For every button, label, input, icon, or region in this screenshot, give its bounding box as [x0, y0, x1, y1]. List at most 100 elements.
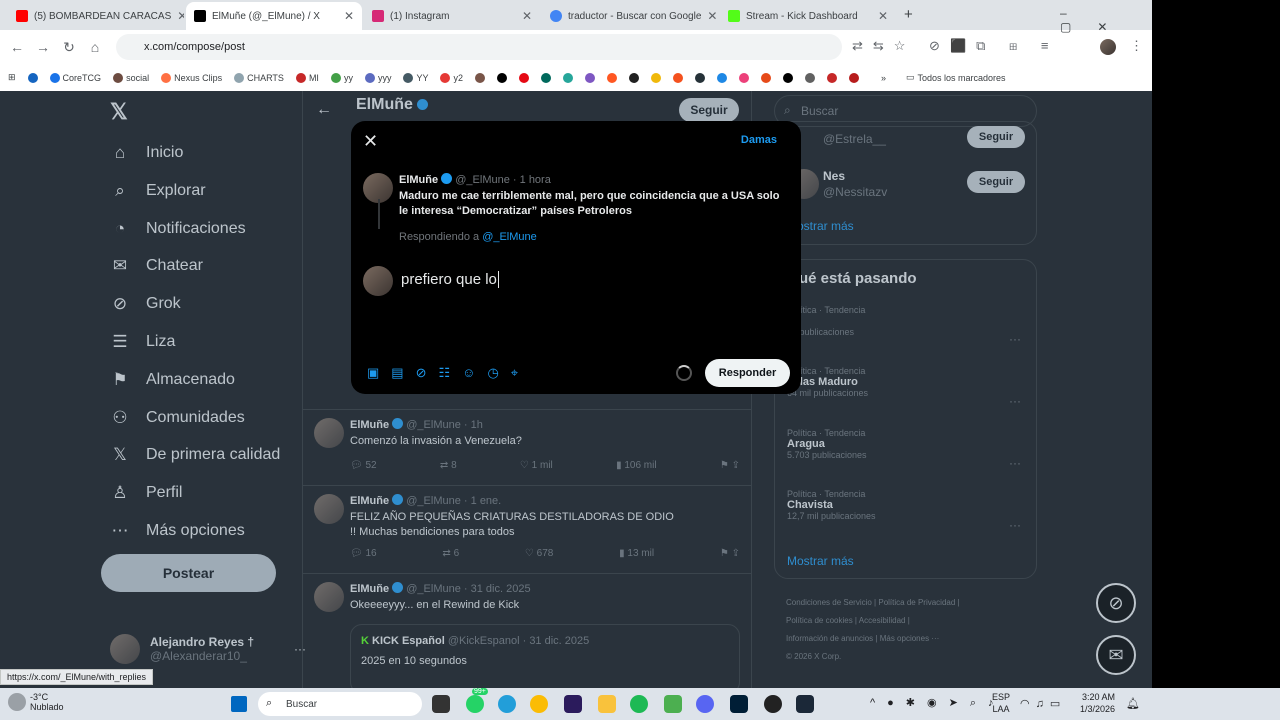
- drafts-button[interactable]: Damas: [741, 134, 777, 146]
- bookmark[interactable]: [782, 72, 793, 83]
- emoji-icon[interactable]: ☺: [462, 365, 475, 381]
- address-bar[interactable]: x.com/compose/post: [116, 34, 842, 60]
- compose-toolbar: ▣ ▤ ⊘ ☷ ☺ ◷ ⌖: [367, 365, 518, 381]
- menu-icon[interactable]: ⋮: [1130, 38, 1143, 54]
- reload-icon[interactable]: ↻: [56, 39, 82, 56]
- profile-avatar[interactable]: [1100, 39, 1116, 55]
- bookmark[interactable]: [606, 72, 617, 83]
- bookmark[interactable]: social: [113, 72, 149, 83]
- toolbar-icons[interactable]: ⇄⇆☆ ⊘⬛⧉ ⊞ ≡: [852, 38, 1059, 54]
- back-icon[interactable]: ←: [4, 39, 30, 55]
- kick-icon: [728, 10, 740, 22]
- browser-chrome: (5) BOMBARDEAN CARACAS ✕ ElMuñe (@_ElMune…: [0, 0, 1152, 91]
- windows-start-icon[interactable]: [231, 696, 247, 712]
- whatsapp-icon[interactable]: [466, 695, 484, 713]
- app-icon[interactable]: [664, 695, 682, 713]
- instagram-icon: [372, 10, 384, 22]
- bookmark[interactable]: [826, 72, 837, 83]
- bookmark[interactable]: Nexus Clips: [161, 72, 222, 83]
- chrome-icon[interactable]: [530, 695, 548, 713]
- bookmark[interactable]: MI: [295, 72, 319, 83]
- reply-button[interactable]: Responder: [705, 359, 790, 387]
- folder-icon: ▭: [905, 72, 915, 82]
- notification-bell-icon[interactable]: 🔔︎: [1126, 697, 1140, 710]
- file-explorer-icon[interactable]: [598, 695, 616, 713]
- task-view-icon[interactable]: [432, 695, 450, 713]
- apps-icon[interactable]: ⊞: [8, 72, 16, 83]
- new-tab-icon[interactable]: +: [904, 6, 913, 23]
- image-icon[interactable]: ▣: [367, 365, 379, 381]
- tab-x[interactable]: ElMuñe (@_ElMune) / X ✕: [186, 2, 362, 30]
- bookmark[interactable]: [562, 72, 573, 83]
- taskbar: -3°C Nublado Buscar ⌕ 99+ ^●✱◉➤⌕♪ ESP LAA …: [0, 688, 1280, 720]
- poll-icon[interactable]: ☷: [439, 365, 451, 381]
- network-volume-battery-icons[interactable]: ◠♫▭: [1020, 697, 1066, 710]
- bookmark[interactable]: [650, 72, 661, 83]
- notification-badge: 99+: [472, 688, 488, 695]
- tab-youtube[interactable]: (5) BOMBARDEAN CARACAS ✕: [8, 4, 184, 28]
- gif-icon[interactable]: ▤: [391, 365, 403, 381]
- obs-icon[interactable]: [764, 695, 782, 713]
- tab-strip: (5) BOMBARDEAN CARACAS ✕ ElMuñe (@_ElMune…: [0, 0, 1152, 34]
- tab-kick[interactable]: Stream - Kick Dashboard ✕: [720, 4, 896, 28]
- bookmark[interactable]: yyy: [364, 72, 391, 83]
- verified-icon: [441, 173, 453, 184]
- cloud-icon: [8, 693, 26, 711]
- search-icon: ⌕: [266, 697, 273, 709]
- thread-line: [378, 199, 380, 229]
- link-status-bar: https://x.com/_ElMune/with_replies: [0, 669, 154, 685]
- char-count-ring: [676, 365, 692, 381]
- spotify-icon[interactable]: [630, 695, 648, 713]
- bookmark[interactable]: CHARTS: [234, 72, 284, 83]
- bookmark[interactable]: [518, 72, 529, 83]
- premiere-icon[interactable]: [564, 695, 582, 713]
- bookmark[interactable]: [628, 72, 639, 83]
- tray-icons[interactable]: ^●✱◉➤⌕♪: [870, 696, 1006, 710]
- forward-icon[interactable]: →: [30, 39, 56, 55]
- tab-google[interactable]: traductor - Buscar con Google ✕: [542, 4, 718, 28]
- taskbar-search[interactable]: Buscar: [258, 692, 422, 716]
- bookmark[interactable]: [540, 72, 551, 83]
- telegram-icon[interactable]: [498, 695, 516, 713]
- close-icon[interactable]: ✕: [344, 9, 354, 23]
- grok-icon[interactable]: ⊘: [416, 365, 427, 381]
- bookmark[interactable]: [848, 72, 859, 83]
- bookmark[interactable]: [738, 72, 749, 83]
- language-indicator[interactable]: ESP LAA: [992, 691, 1010, 715]
- chevron-right-icon[interactable]: »: [881, 73, 886, 83]
- schedule-icon[interactable]: ◷: [487, 365, 498, 381]
- clock[interactable]: 3:20 AM 1/3/2026: [1080, 691, 1115, 715]
- bookmark[interactable]: yy: [330, 72, 353, 83]
- bookmark[interactable]: CoreTCG: [49, 72, 101, 83]
- close-icon[interactable]: ✕: [363, 131, 378, 152]
- bookmark[interactable]: [584, 72, 595, 83]
- tab-instagram[interactable]: (1) Instagram ✕: [364, 4, 540, 28]
- bookmark[interactable]: [694, 72, 705, 83]
- photoshop-icon[interactable]: [730, 695, 748, 713]
- bookmark[interactable]: [496, 72, 507, 83]
- bookmark[interactable]: y2: [440, 72, 463, 83]
- location-icon[interactable]: ⌖: [511, 365, 518, 381]
- all-bookmarks[interactable]: ▭ Todos los marcadores: [906, 72, 1006, 83]
- weather-widget[interactable]: -3°C Nublado: [8, 692, 64, 712]
- reply-modal: ✕ Damas ElMuñe @_ElMune · 1 hora Maduro …: [351, 121, 801, 394]
- close-icon[interactable]: ✕: [522, 9, 532, 23]
- bookmark[interactable]: YY: [403, 72, 428, 83]
- discord-icon[interactable]: [696, 695, 714, 713]
- close-icon[interactable]: ✕: [878, 9, 888, 23]
- bookmark-p[interactable]: [27, 72, 38, 83]
- bookmark[interactable]: [716, 72, 727, 83]
- close-icon[interactable]: ✕: [707, 9, 717, 23]
- home-icon[interactable]: ⌂: [82, 39, 108, 55]
- close-icon[interactable]: ✕: [177, 9, 184, 23]
- reply-text-input[interactable]: prefiero que lo: [401, 271, 499, 288]
- bookmark[interactable]: [804, 72, 815, 83]
- toolbar: ← → ↻ ⌂ x.com/compose/post ⇄⇆☆ ⊘⬛⧉ ⊞ ≡ ⋮: [0, 30, 1152, 64]
- mention-link[interactable]: @_ElMune: [482, 231, 537, 243]
- bookmark[interactable]: [672, 72, 683, 83]
- steam-icon[interactable]: [796, 695, 814, 713]
- bookmark[interactable]: [474, 72, 485, 83]
- x-icon: [194, 10, 206, 22]
- bookmark[interactable]: [760, 72, 771, 83]
- youtube-icon: [16, 10, 28, 22]
